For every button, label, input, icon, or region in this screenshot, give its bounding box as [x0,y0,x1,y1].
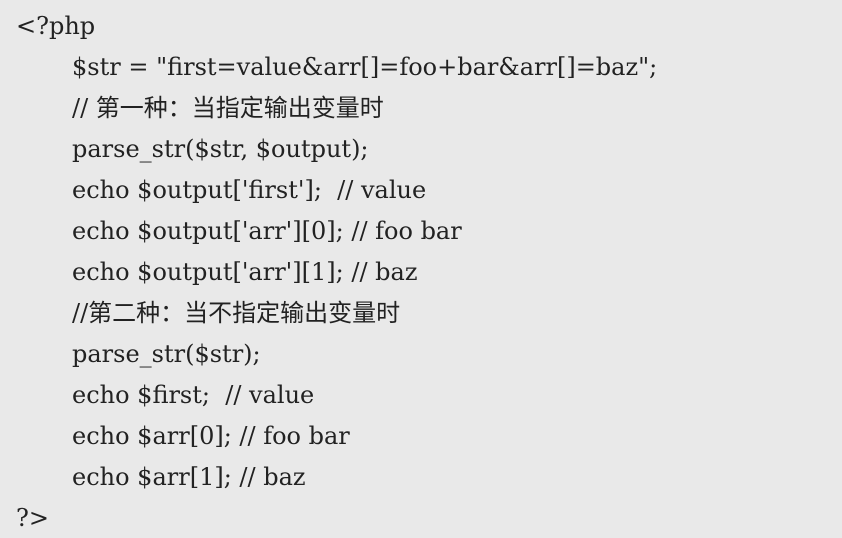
code-line-echo-arr1: echo $output['arr'][1]; // baz [72,258,418,286]
code-line-parse-noout: parse_str($str); [72,340,261,368]
code-line-echo-var-arr1: echo $arr[1]; // baz [72,463,306,491]
code-line-echo-arr0: echo $output['arr'][0]; // foo bar [72,217,462,245]
code-line-echo-var-arr0: echo $arr[0]; // foo bar [72,422,350,450]
code-line-parse-output: parse_str($str, $output); [72,135,369,163]
code-line-echo-first: echo $output['first']; // value [72,176,427,204]
code-line-comment-2: //第二种：当不指定输出变量时 [72,299,401,327]
code-line-echo-var-first: echo $first; // value [72,381,315,409]
code-line-php-close: ?> [16,504,49,532]
code-line-php-open: <?php [16,12,96,40]
code-block: <?php $str = "first=value&arr[]=foo+bar&… [0,0,842,538]
code-line-str-assign: $str = "first=value&arr[]=foo+bar&arr[]=… [72,53,658,81]
code-line-comment-1: // 第一种：当指定输出变量时 [72,94,384,122]
